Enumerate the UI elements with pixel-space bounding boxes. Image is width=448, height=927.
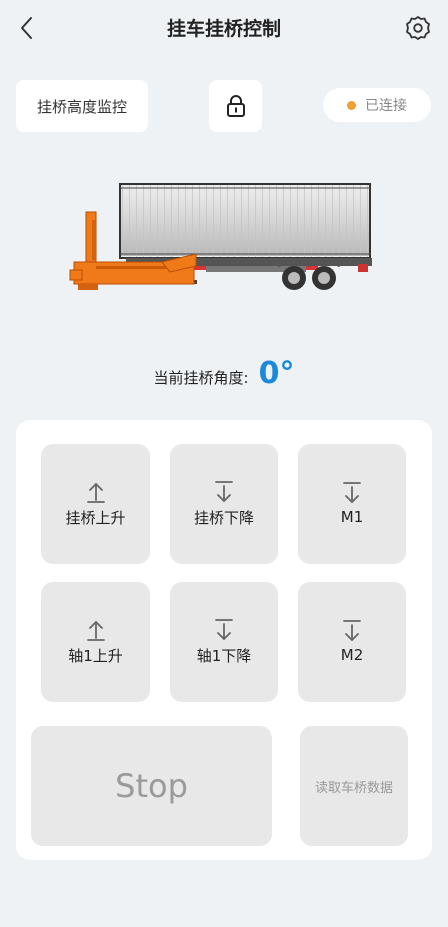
arrow-down-icon xyxy=(343,620,361,642)
read-axle-data-button[interactable]: 读取车桥数据 xyxy=(300,726,408,846)
page-title: 挂车挂桥控制 xyxy=(166,18,281,40)
read-axle-data-label: 读取车桥数据 xyxy=(314,780,393,796)
m1-label: M1 xyxy=(340,508,364,526)
bridge-lower-button[interactable]: 挂桥下降 xyxy=(170,444,278,564)
lock-button[interactable] xyxy=(209,80,262,132)
height-monitor-button[interactable]: 挂桥高度监控 xyxy=(16,80,148,132)
arrow-down-icon xyxy=(215,618,233,640)
connection-status-label: 已连接 xyxy=(365,98,407,114)
axle1-lower-button[interactable]: 轴1下降 xyxy=(170,582,278,702)
angle-label: 当前挂桥角度: xyxy=(153,369,249,387)
m2-label: M2 xyxy=(340,646,364,664)
height-monitor-label: 挂桥高度监控 xyxy=(36,97,127,116)
stop-label: Stop xyxy=(115,767,188,805)
gear-icon xyxy=(406,16,430,40)
stop-button[interactable]: Stop xyxy=(31,726,272,846)
settings-button[interactable] xyxy=(404,14,432,42)
lock-icon xyxy=(226,95,245,117)
status-dot xyxy=(347,100,356,110)
arrow-up-icon xyxy=(86,620,105,641)
m2-button[interactable]: M2 xyxy=(298,582,406,702)
trailer-illustration xyxy=(69,183,372,290)
connection-status-badge: 已连接 xyxy=(323,88,431,122)
arrow-up-icon xyxy=(86,482,105,503)
arrow-down-icon xyxy=(343,482,361,504)
bridge-lower-label: 挂桥下降 xyxy=(193,508,254,527)
axle1-raise-label: 轴1上升 xyxy=(68,646,123,665)
angle-readout: 当前挂桥角度: 0° xyxy=(0,356,448,391)
bridge-raise-button[interactable]: 挂桥上升 xyxy=(41,444,150,564)
axle1-raise-button[interactable]: 轴1上升 xyxy=(41,582,150,702)
bridge-raise-label: 挂桥上升 xyxy=(65,508,126,527)
arrow-down-icon xyxy=(215,480,233,502)
axle1-lower-label: 轴1下降 xyxy=(196,646,252,665)
angle-value: 0° xyxy=(258,356,295,391)
m1-button[interactable]: M1 xyxy=(298,444,406,564)
